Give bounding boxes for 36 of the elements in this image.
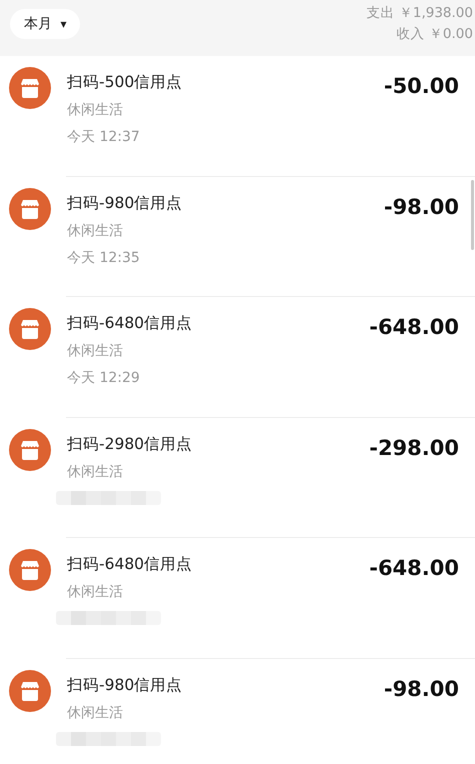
transaction-row[interactable]: 扫码-500信用点 休闲生活 今天 12:37 -50.00 (0, 56, 475, 176)
transaction-row[interactable]: 扫码-980信用点 休闲生活 今天 12:35 -98.00 (0, 176, 475, 297)
transaction-amount: -298.00 (369, 436, 459, 462)
shop-icon (9, 308, 51, 350)
transaction-title: 扫码-980信用点 (67, 674, 182, 696)
expense-total: 支出 ￥1,938.00 (366, 4, 473, 23)
transaction-category: 休闲生活 (67, 583, 124, 601)
transaction-title: 扫码-500信用点 (67, 72, 182, 93)
shop-icon (9, 428, 51, 470)
transaction-title: 扫码-2980信用点 (67, 434, 192, 454)
transaction-amount: -648.00 (369, 315, 459, 341)
transaction-title: 扫码-980信用点 (67, 192, 182, 214)
shop-icon (9, 67, 51, 109)
shop-icon (9, 549, 51, 591)
transaction-time: 今天 12:35 (67, 248, 141, 266)
transaction-row[interactable]: 扫码-980信用点 休闲生活 -98.00 (0, 658, 475, 764)
transaction-amount: -98.00 (384, 194, 459, 220)
transaction-amount: -648.00 (369, 556, 459, 582)
shop-icon (9, 188, 51, 230)
transaction-category: 休闲生活 (67, 342, 124, 360)
income-total: 收入 ￥0.00 (396, 25, 473, 44)
transaction-title: 扫码-6480信用点 (67, 313, 192, 334)
transaction-time: 今天 12:37 (67, 128, 141, 146)
transaction-title: 扫码-6480信用点 (67, 554, 192, 575)
transaction-category: 休闲生活 (67, 704, 124, 722)
transaction-row[interactable]: 扫码-6480信用点 休闲生活 今天 12:29 -648.00 (0, 297, 475, 418)
transaction-amount: -50.00 (384, 74, 459, 100)
transaction-row[interactable]: 扫码-2980信用点 休闲生活 -298.00 (0, 418, 475, 538)
shop-icon (9, 670, 51, 712)
transaction-category: 休闲生活 (67, 462, 124, 480)
transaction-row[interactable]: 扫码-6480信用点 休闲生活 -648.00 (0, 538, 475, 658)
transaction-category: 休闲生活 (67, 222, 124, 240)
transaction-time: 今天 12:29 (67, 369, 141, 387)
transaction-amount: -98.00 (384, 676, 459, 702)
month-filter-button[interactable]: 本月 ▾ (10, 9, 80, 39)
transaction-category: 休闲生活 (67, 101, 124, 119)
